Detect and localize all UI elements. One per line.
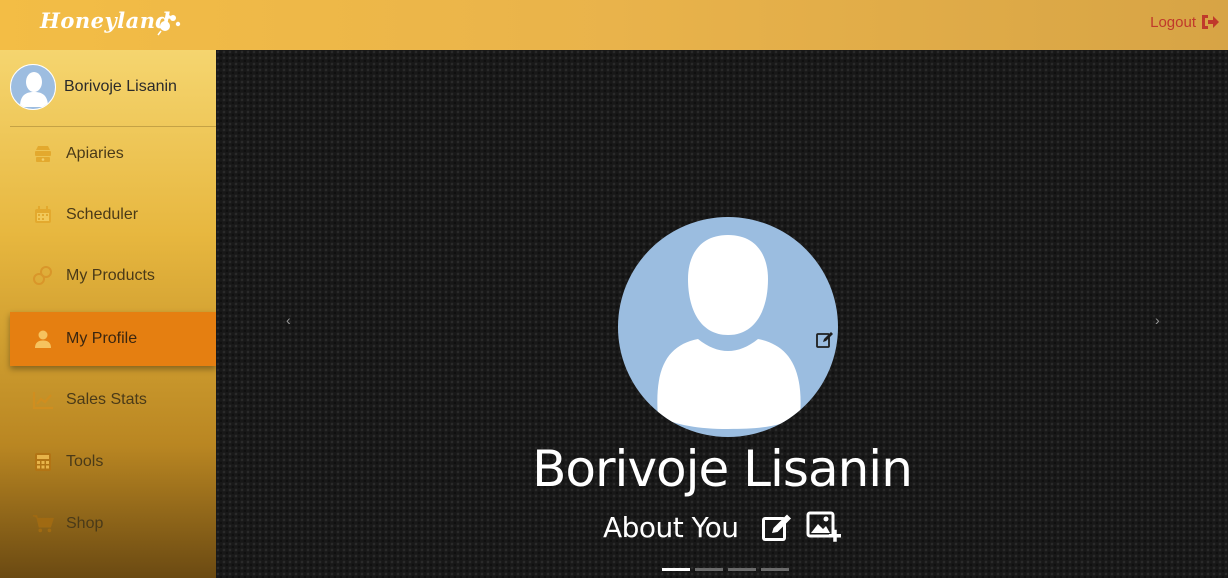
- sidebar-user-name: Borivoje Lisanin: [64, 78, 177, 95]
- calculator-icon: [32, 451, 54, 473]
- user-icon: [32, 328, 54, 350]
- edit-photo-icon[interactable]: [816, 331, 834, 349]
- sidebar-item-label: Scheduler: [66, 206, 139, 223]
- logout-button[interactable]: Logout: [1150, 13, 1220, 31]
- sidebar-user[interactable]: Borivoje Lisanin: [10, 64, 177, 110]
- sidebar-item-label: My Products: [66, 267, 155, 284]
- sidebar: Borivoje Lisanin Apiaries Scheduler My P…: [0, 50, 216, 578]
- beehive-icon: [32, 143, 54, 165]
- sidebar-item-sales-stats[interactable]: Sales Stats: [10, 373, 216, 427]
- sidebar-item-my-profile[interactable]: My Profile: [10, 312, 216, 366]
- sidebar-item-label: Apiaries: [66, 145, 124, 162]
- about-row: About You: [603, 510, 842, 544]
- carousel-indicator[interactable]: [728, 568, 756, 571]
- sidebar-item-apiaries[interactable]: Apiaries: [10, 127, 216, 181]
- user-silhouette-icon: [20, 72, 48, 107]
- sidebar-item-scheduler[interactable]: Scheduler: [10, 188, 216, 242]
- edit-icon[interactable]: [760, 511, 794, 543]
- avatar: [10, 64, 56, 110]
- profile-name: Borivoje Lisanin: [532, 440, 913, 498]
- sidebar-item-label: Tools: [66, 453, 104, 470]
- profile-avatar: [618, 217, 838, 437]
- carousel-next-button[interactable]: ›: [1155, 312, 1160, 328]
- sidebar-item-label: Sales Stats: [66, 391, 147, 408]
- profile-carousel: ‹ › Borivoje Lisanin About You: [216, 50, 1228, 578]
- sidebar-item-tools[interactable]: Tools: [10, 435, 216, 489]
- sidebar-item-label: Shop: [66, 515, 104, 532]
- logout-label: Logout: [1150, 13, 1196, 31]
- carousel-indicator[interactable]: [695, 568, 723, 571]
- user-silhouette-icon: [657, 235, 801, 429]
- carousel-prev-button[interactable]: ‹: [286, 312, 291, 328]
- brand-logo[interactable]: Honeyland: [40, 8, 171, 33]
- add-image-icon[interactable]: [806, 510, 842, 544]
- cart-icon: [32, 513, 54, 535]
- honeycomb-icon: [32, 265, 54, 287]
- sign-out-icon: [1202, 15, 1219, 29]
- chart-line-icon: [32, 389, 54, 411]
- sidebar-item-shop[interactable]: Shop: [10, 497, 216, 551]
- top-bar: Honeyland Logout: [0, 0, 1228, 50]
- sidebar-item-my-products[interactable]: My Products: [10, 249, 216, 303]
- calendar-icon: [32, 204, 54, 226]
- carousel-indicator[interactable]: [662, 568, 690, 571]
- sidebar-item-label: My Profile: [66, 330, 138, 347]
- about-you-label: About You: [603, 510, 739, 544]
- carousel-indicator[interactable]: [761, 568, 789, 571]
- bee-icon: [157, 15, 181, 36]
- carousel-indicators: [662, 568, 789, 571]
